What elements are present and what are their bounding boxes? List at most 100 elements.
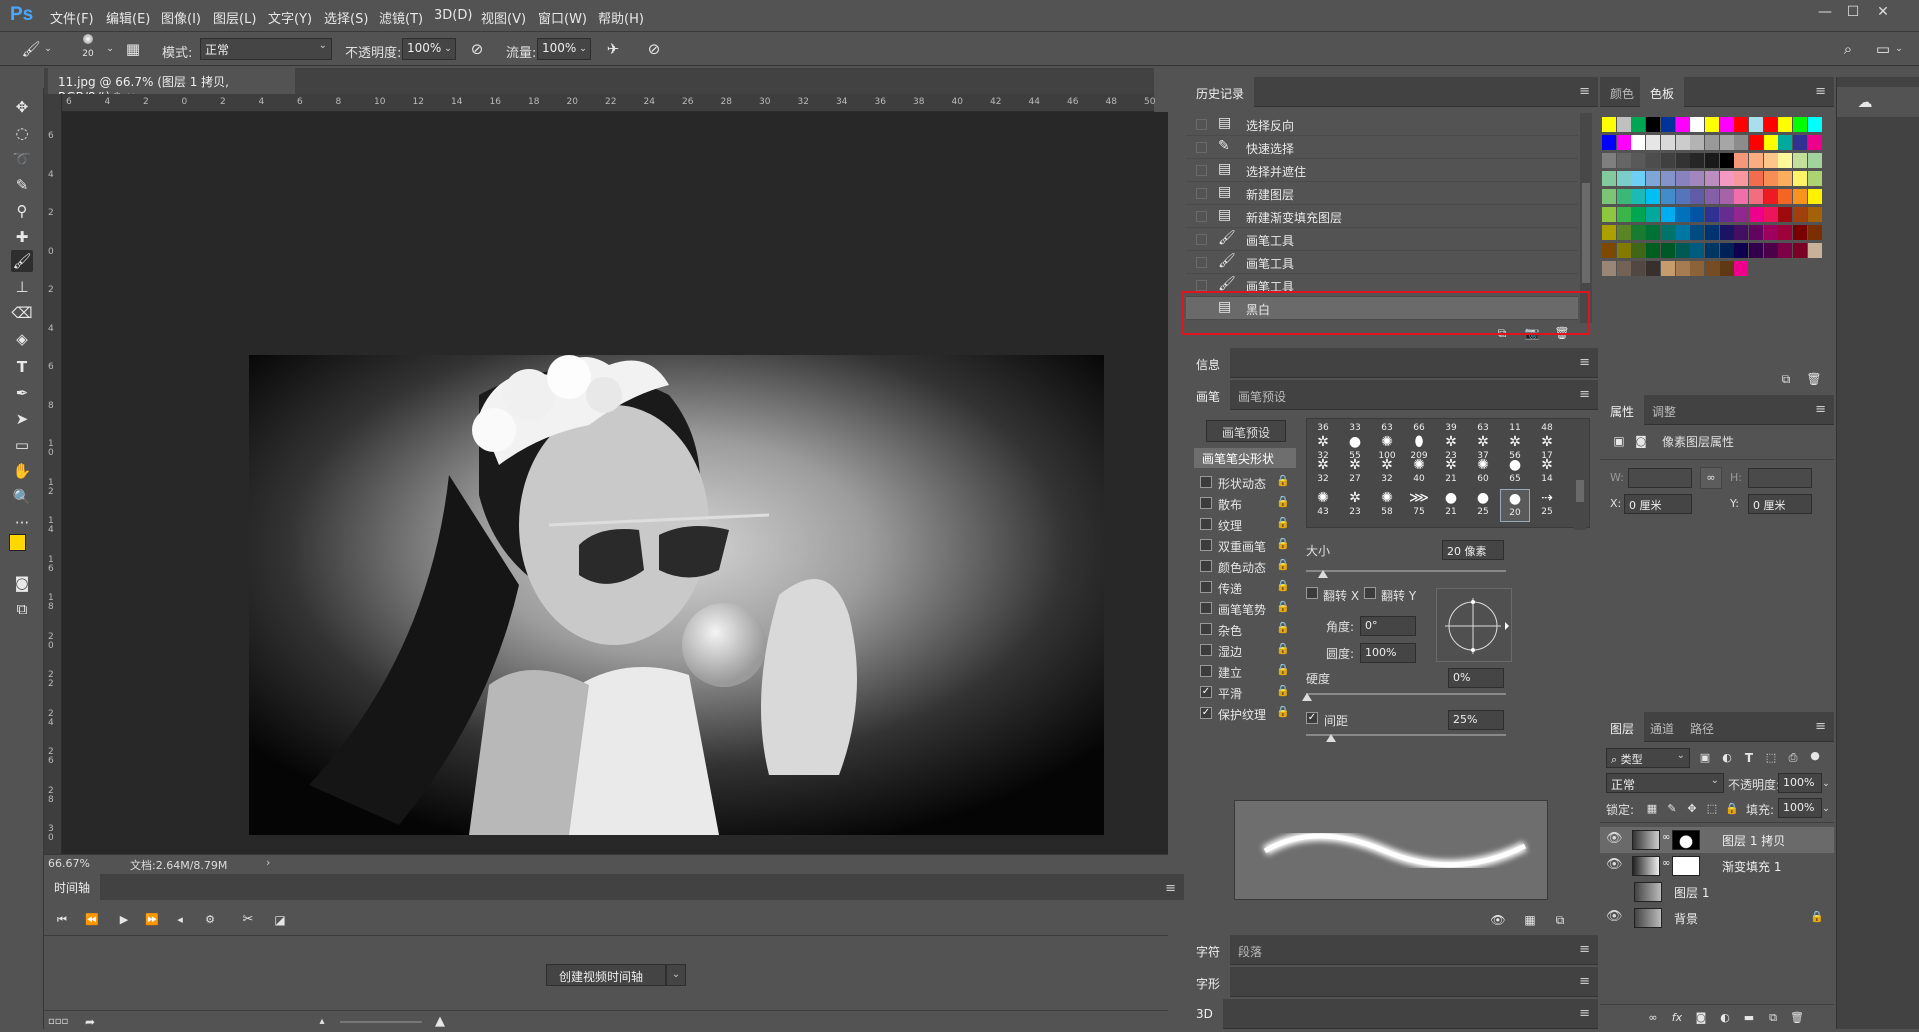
tab-layers[interactable]: 图层 — [1600, 712, 1645, 742]
color-swatch[interactable] — [1719, 117, 1734, 132]
chevron-down-icon[interactable]: ⌄ — [441, 39, 455, 59]
workspace-icon[interactable]: ▭ — [1872, 39, 1894, 59]
color-swatch[interactable] — [1675, 135, 1690, 150]
new-swatch-icon[interactable]: ⧉ — [1776, 369, 1796, 389]
color-swatch[interactable] — [1793, 225, 1808, 240]
menu-layer[interactable]: 图层(L) — [213, 8, 256, 27]
brush-option-item[interactable]: 颜色动态 🔒 — [1196, 557, 1294, 577]
width-input[interactable] — [1628, 468, 1692, 488]
color-swatch[interactable] — [1763, 117, 1778, 132]
audio-icon[interactable]: ◂ — [172, 910, 188, 930]
quick-mask-icon[interactable]: ◙ — [11, 572, 33, 594]
color-swatch[interactable] — [1631, 225, 1646, 240]
maximize-icon[interactable]: ☐ — [1842, 4, 1864, 24]
brush-option-item[interactable]: 画笔笔势 🔒 — [1196, 599, 1294, 619]
chevron-down-icon[interactable]: ⌄ — [1820, 799, 1832, 819]
flip-x-checkbox[interactable] — [1306, 587, 1318, 599]
color-swatch[interactable] — [1690, 117, 1705, 132]
layer-row[interactable]: 👁 ∞ 图层 1 拷贝 — [1600, 827, 1834, 853]
color-swatch[interactable] — [1763, 207, 1778, 222]
brush-tip[interactable]: ⋙ 75 — [1404, 489, 1434, 522]
color-swatch[interactable] — [1690, 225, 1705, 240]
history-item[interactable]: ▤ 选择并遮住 — [1186, 159, 1578, 182]
trash-icon[interactable]: 🗑 — [1804, 369, 1824, 389]
color-swatch[interactable] — [1749, 135, 1763, 150]
eraser-tool-icon[interactable]: ⌫ — [11, 302, 33, 324]
layer-mask-thumbnail[interactable] — [1672, 856, 1700, 876]
color-swatch[interactable] — [1807, 153, 1822, 168]
color-swatch[interactable] — [1675, 153, 1690, 168]
color-swatch[interactable] — [1807, 207, 1822, 222]
mask-link-icon[interactable]: ∞ — [1662, 858, 1670, 869]
color-swatch[interactable] — [1602, 225, 1616, 240]
history-item[interactable]: 🖌 画笔工具 — [1186, 251, 1578, 274]
color-swatch[interactable] — [1793, 189, 1808, 204]
rectangle-tool-icon[interactable]: ▭ — [11, 434, 33, 456]
paint-bucket-tool-icon[interactable]: ◈ — [11, 328, 33, 350]
color-swatch[interactable] — [1704, 189, 1719, 204]
layer-name[interactable]: 图层 1 — [1674, 884, 1709, 901]
search-icon[interactable]: ⌕ — [1837, 39, 1859, 59]
tab-character[interactable]: 字符 — [1186, 935, 1231, 965]
history-source-checkbox[interactable] — [1196, 211, 1207, 222]
minimize-icon[interactable]: — — [1814, 4, 1836, 24]
menu-filter[interactable]: 滤镜(T) — [379, 8, 423, 27]
color-swatch[interactable] — [1675, 189, 1690, 204]
color-swatch[interactable] — [1602, 207, 1616, 222]
color-swatch[interactable] — [1749, 207, 1763, 222]
color-swatch[interactable] — [1690, 261, 1705, 276]
hardness-slider-thumb[interactable] — [1302, 693, 1312, 701]
new-brush-icon[interactable]: ⧉ — [1550, 910, 1570, 930]
color-swatch[interactable] — [1675, 243, 1690, 258]
more-tools-icon[interactable]: ··· — [11, 512, 33, 534]
brush-option-item[interactable]: 纹理 🔒 — [1196, 515, 1294, 535]
color-swatch[interactable] — [1778, 225, 1793, 240]
foreground-color-swatch[interactable] — [9, 534, 26, 551]
color-swatch[interactable] — [1616, 135, 1631, 150]
color-swatch[interactable] — [1719, 225, 1734, 240]
grid-icon[interactable]: ▦ — [1520, 910, 1540, 930]
history-source-checkbox[interactable] — [1196, 119, 1207, 130]
lock-icon[interactable]: 🔒 — [1276, 537, 1290, 550]
color-swatch[interactable] — [1616, 207, 1631, 222]
visibility-eye-icon[interactable]: 👁 — [1606, 831, 1623, 847]
brush-option-checkbox[interactable] — [1200, 497, 1212, 509]
folder-icon[interactable]: ▬ — [1740, 1008, 1758, 1028]
color-swatch[interactable] — [1616, 243, 1631, 258]
zoom-in-icon[interactable]: ▲ — [430, 1012, 450, 1032]
brush-option-checkbox[interactable]: ✓ — [1200, 686, 1212, 698]
color-swatch[interactable] — [1675, 261, 1690, 276]
size-input[interactable]: 20 像素 — [1442, 540, 1504, 560]
color-swatch[interactable] — [1734, 153, 1749, 168]
color-swatch[interactable] — [1602, 135, 1616, 150]
document-image[interactable] — [249, 355, 1104, 835]
color-swatch[interactable] — [1719, 243, 1734, 258]
spacing-slider-thumb[interactable] — [1326, 734, 1336, 742]
history-item[interactable]: ✎ 快速选择 — [1186, 136, 1578, 159]
lock-transparent-icon[interactable]: ▦ — [1644, 799, 1660, 819]
color-swatch[interactable] — [1778, 207, 1793, 222]
color-swatch[interactable] — [1646, 261, 1661, 276]
history-source-checkbox[interactable] — [1196, 280, 1207, 291]
layer-row[interactable]: 图层 1 — [1600, 879, 1834, 905]
color-swatch[interactable] — [1704, 261, 1719, 276]
cloud-libraries-button[interactable]: ☁ — [1837, 87, 1919, 117]
color-swatch[interactable] — [1690, 207, 1705, 222]
tab-paths[interactable]: 路径 — [1680, 712, 1724, 742]
chevron-down-icon[interactable]: ⌄ — [104, 39, 116, 59]
panel-menu-icon[interactable]: ≡ — [1579, 974, 1590, 989]
color-swatch[interactable] — [1734, 207, 1749, 222]
brush-size-preview[interactable]: 20 — [78, 34, 98, 60]
color-swatch[interactable] — [1690, 171, 1705, 186]
lock-artboard-icon[interactable]: ⬚ — [1704, 799, 1720, 819]
pressure-opacity-icon[interactable]: ⊘ — [466, 39, 488, 59]
color-swatch[interactable] — [1646, 207, 1661, 222]
brush-tip[interactable]: 11 ✲ 56 — [1500, 423, 1530, 461]
history-source-checkbox[interactable] — [1196, 142, 1207, 153]
lock-icon[interactable]: 🔒 — [1276, 684, 1290, 697]
layer-name[interactable]: 渐变填充 1 — [1722, 858, 1781, 875]
spacing-input[interactable]: 25% — [1448, 710, 1504, 730]
menu-edit[interactable]: 编辑(E) — [106, 8, 150, 27]
brush-option-checkbox[interactable] — [1200, 476, 1212, 488]
brush-tip[interactable]: ● 65 — [1500, 456, 1530, 489]
